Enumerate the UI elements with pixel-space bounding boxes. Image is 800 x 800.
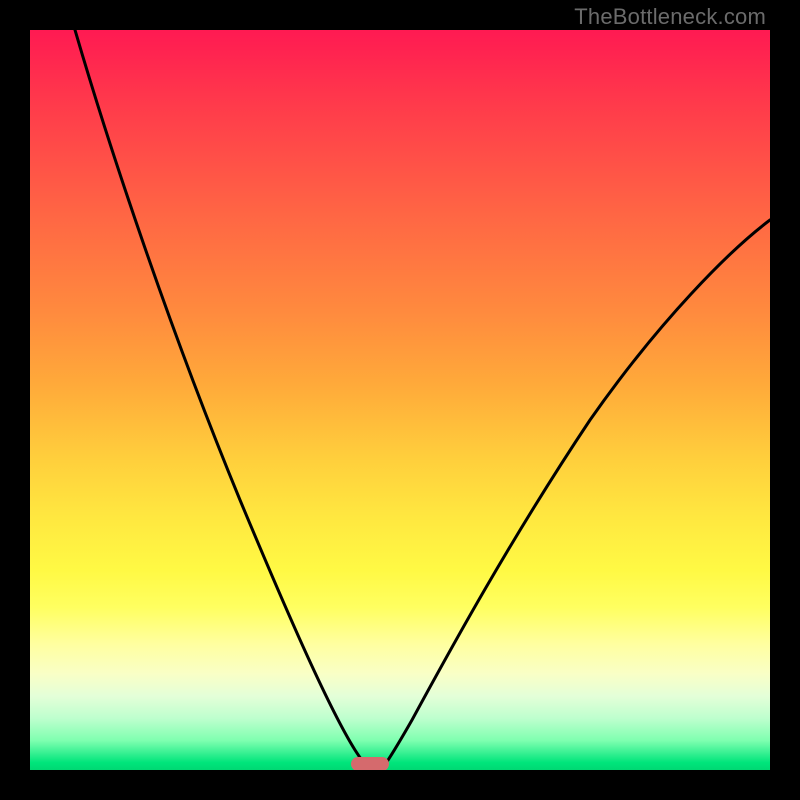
outer-frame: TheBottleneck.com (0, 0, 800, 800)
curve-left-branch (75, 30, 370, 770)
curve-layer (30, 30, 770, 770)
minimum-marker (351, 757, 389, 770)
watermark-text: TheBottleneck.com (574, 4, 766, 30)
plot-area (30, 30, 770, 770)
curve-right-branch (381, 220, 770, 770)
